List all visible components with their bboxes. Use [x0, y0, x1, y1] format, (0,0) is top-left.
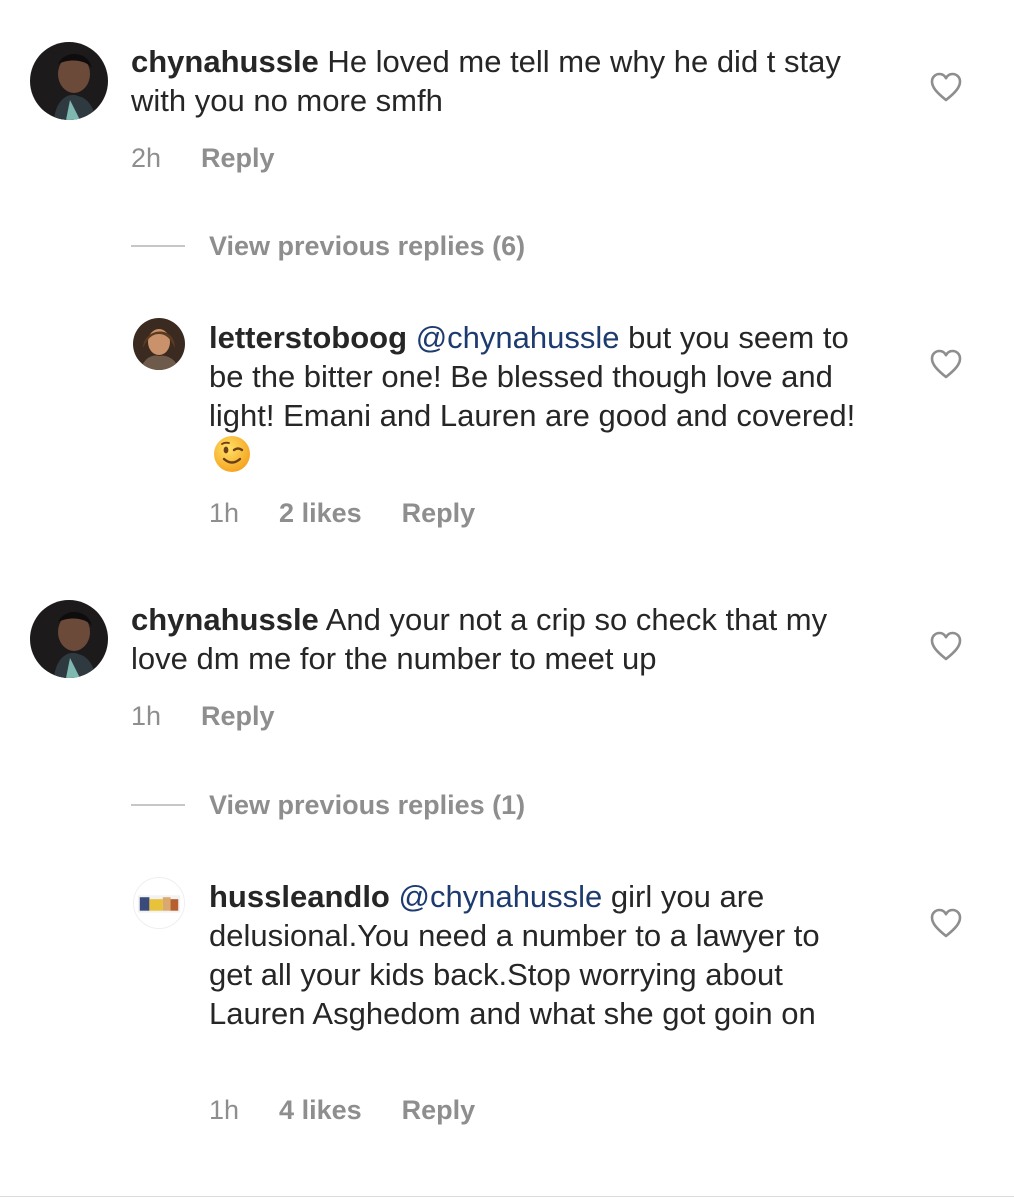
avatar[interactable] [133, 877, 185, 929]
mention-link[interactable]: @chynahussle [416, 320, 620, 355]
comment-meta: 1h Reply [131, 700, 275, 732]
timestamp: 1h [209, 498, 240, 528]
view-replies-label[interactable]: View previous replies (6) [209, 230, 525, 262]
username[interactable]: chynahussle [131, 44, 319, 79]
username[interactable]: letterstoboog [209, 320, 407, 355]
comment-text: hussleandlo @chynahussle girl you are de… [209, 877, 869, 1033]
comment-meta: 2h Reply [131, 142, 275, 174]
comment-text: chynahussle And your not a crip so check… [131, 600, 891, 678]
heart-outline-icon[interactable] [930, 908, 962, 938]
reply-button[interactable]: Reply [201, 142, 275, 174]
comment-meta: 1h 4 likes Reply [209, 1094, 475, 1126]
username[interactable]: hussleandlo [209, 879, 390, 914]
reply-button[interactable]: Reply [402, 497, 476, 529]
comment-meta: 1h 2 likes Reply [209, 497, 475, 529]
heart-outline-icon[interactable] [930, 631, 962, 661]
comment-text: letterstoboog @chynahussle but you seem … [209, 318, 869, 475]
reply-button[interactable]: Reply [201, 700, 275, 732]
avatar[interactable] [30, 600, 108, 678]
reply-button[interactable]: Reply [402, 1094, 476, 1126]
view-previous-replies-button[interactable]: View previous replies (1) [131, 789, 731, 821]
avatar[interactable] [30, 42, 108, 120]
avatar[interactable] [133, 318, 185, 370]
divider [131, 245, 185, 247]
heart-outline-icon[interactable] [930, 72, 962, 102]
comment-text: chynahussle He loved me tell me why he d… [131, 42, 891, 120]
winking-face-emoji-icon [214, 436, 250, 472]
divider [131, 804, 185, 806]
likes-count[interactable]: 4 likes [279, 1094, 362, 1126]
divider [0, 1196, 1014, 1197]
mention-link[interactable]: @chynahussle [399, 879, 603, 914]
heart-outline-icon[interactable] [930, 349, 962, 379]
timestamp: 1h [131, 701, 162, 731]
timestamp: 2h [131, 143, 162, 173]
timestamp: 1h [209, 1095, 240, 1125]
view-replies-label[interactable]: View previous replies (1) [209, 789, 525, 821]
username[interactable]: chynahussle [131, 602, 319, 637]
view-previous-replies-button[interactable]: View previous replies (6) [131, 230, 731, 262]
likes-count[interactable]: 2 likes [279, 497, 362, 529]
